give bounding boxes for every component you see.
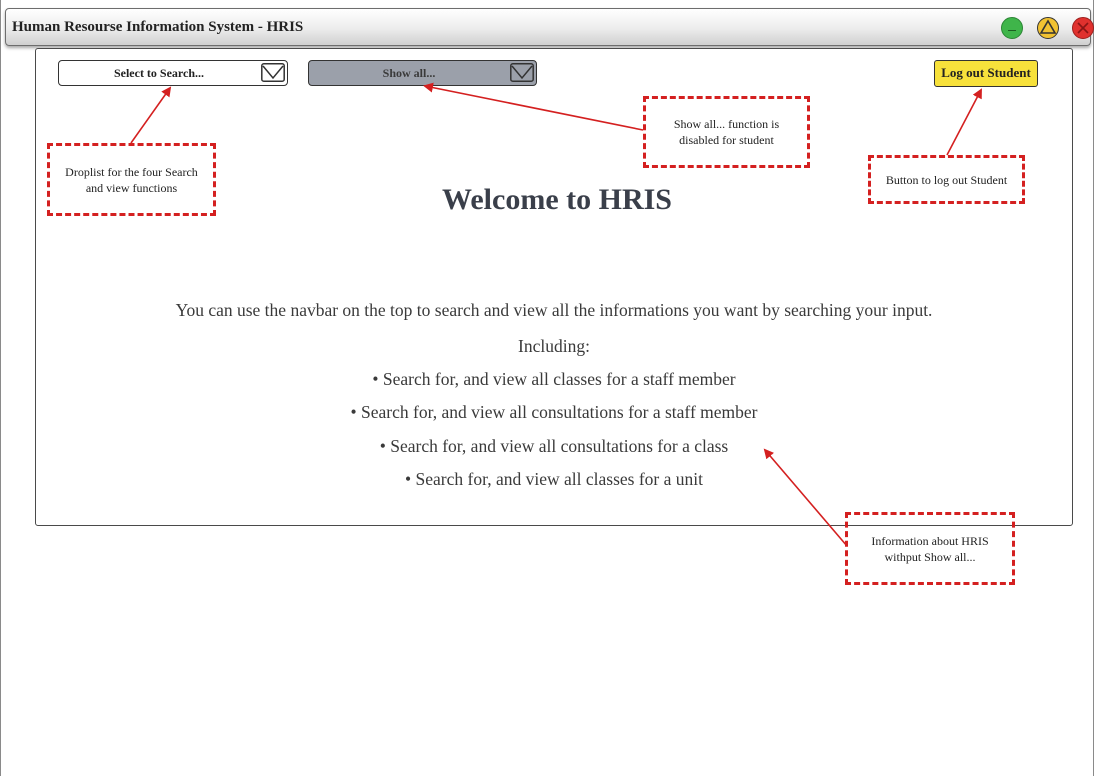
window-title: Human Resourse Information System - HRIS xyxy=(12,19,304,35)
minimize-icon[interactable] xyxy=(1001,17,1023,39)
maximize-icon[interactable] xyxy=(1037,17,1059,39)
search-dropdown-label: Select to Search... xyxy=(113,66,205,80)
annotation-droplist: Droplist for the four Search and view fu… xyxy=(47,143,216,216)
annotation-line: and view functions xyxy=(85,180,178,195)
annotation-logout: Button to log out Student xyxy=(868,155,1025,204)
title-bar: Human Resourse Information System - HRIS xyxy=(5,8,1094,46)
list-item: • Search for, and view all consultations… xyxy=(350,402,758,422)
annotation-showall: Show all... function is disabled for stu… xyxy=(643,96,810,168)
list-item: • Search for, and view all classes for a… xyxy=(405,469,703,489)
logout-button[interactable]: Log out Student xyxy=(934,60,1038,87)
chevron-down-icon xyxy=(510,63,534,82)
annotation-line: Show all... function is xyxy=(673,117,780,131)
chevron-down-icon[interactable] xyxy=(261,63,285,82)
annotation-line: Information about HRIS xyxy=(871,533,989,548)
show-all-dropdown: Show all... xyxy=(308,60,537,86)
list-item: • Search for, and view all classes for a… xyxy=(372,369,736,389)
annotation-line: withput Show all... xyxy=(884,549,976,564)
intro-text: You can use the navbar on the top to sea… xyxy=(175,300,933,320)
annotation-info: Information about HRIS withput Show all.… xyxy=(845,512,1015,585)
app-window: Human Resourse Information System - HRIS… xyxy=(0,0,1094,776)
annotation-line: Droplist for the four Search xyxy=(65,164,198,179)
search-dropdown[interactable]: Select to Search... xyxy=(58,60,288,86)
list-item: • Search for, and view all consultations… xyxy=(379,436,729,456)
annotation-line: disabled for student xyxy=(679,133,774,147)
close-icon[interactable] xyxy=(1072,17,1094,39)
including-label: Including: xyxy=(518,336,590,356)
annotation-line: Button to log out Student xyxy=(885,172,1008,187)
show-all-dropdown-label: Show all... xyxy=(382,66,436,80)
